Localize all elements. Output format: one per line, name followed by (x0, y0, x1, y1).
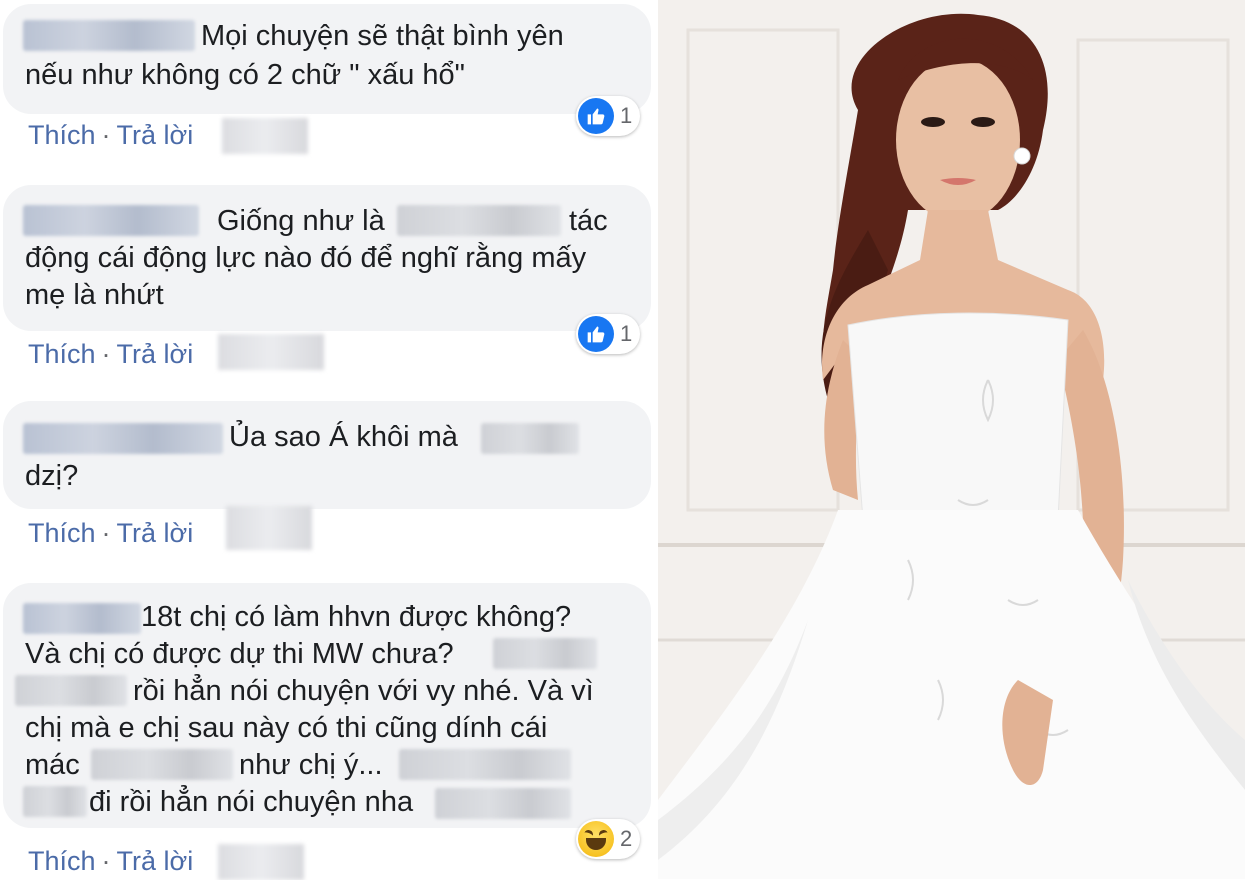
redacted-username (23, 20, 195, 51)
comment-text: rồi hẳn nói chuyện với vy nhé. Và vì (133, 675, 594, 707)
comment-text: Ủa sao Á khôi mà (229, 421, 458, 453)
reply-link[interactable]: Trả lời (117, 846, 194, 876)
redacted-text (493, 638, 597, 669)
reaction-count: 1 (620, 321, 633, 346)
separator: · (101, 846, 111, 876)
haha-icon (578, 821, 614, 857)
comment-text: động cái động lực nào đó để nghĩ rằng mấ… (25, 242, 587, 274)
redacted-username (23, 603, 141, 634)
comment-text: mẹ là nhứt (25, 279, 164, 311)
like-link[interactable]: Thích (28, 846, 96, 876)
portrait-photo (658, 0, 1245, 879)
reaction-summary[interactable]: 1 (576, 96, 641, 136)
reaction-count: 1 (620, 103, 633, 128)
comment-actions: Thích · Trả lời (28, 120, 193, 151)
like-link[interactable]: Thích (28, 339, 96, 369)
reaction-summary[interactable]: 1 (576, 314, 641, 354)
separator: · (101, 518, 111, 548)
like-icon (578, 316, 614, 352)
comment-text: Và chị có được dự thi MW chưa? (25, 638, 454, 670)
redacted-text (399, 749, 571, 780)
redacted-text (91, 749, 233, 780)
redacted-text (397, 205, 561, 236)
comment-text: tác (569, 205, 608, 237)
reaction-count: 2 (620, 826, 633, 851)
comment-text: Mọi chuyện sẽ thật bình yên (201, 20, 564, 52)
reply-link[interactable]: Trả lời (117, 120, 194, 150)
comment-text: mác (25, 749, 80, 781)
redacted-timestamp (226, 506, 312, 550)
comment-text: như chị ý... (239, 749, 383, 781)
redacted-username (23, 423, 223, 454)
redacted-username (23, 205, 199, 236)
like-link[interactable]: Thích (28, 120, 96, 150)
separator: · (101, 339, 111, 369)
comment-actions: Thích · Trả lời (28, 518, 193, 549)
comment-text: 18t chị có làm hhvn được không? (141, 601, 572, 633)
reply-link[interactable]: Trả lời (117, 339, 194, 369)
comment-text: Giống như là (217, 205, 385, 237)
comment-bubble: Ủa sao Á khôi mà dzị? (3, 401, 651, 509)
redacted-timestamp (222, 118, 308, 154)
comment-actions: Thích · Trả lời (28, 339, 193, 370)
comment-text: đi rồi hẳn nói chuyện nha (89, 786, 414, 818)
woman-in-white-gown-image (658, 0, 1245, 879)
redacted-text (481, 423, 579, 454)
separator: · (101, 120, 111, 150)
reaction-summary[interactable]: 2 (576, 819, 641, 859)
comment-bubble: Giống như là tác động cái động lực nào đ… (3, 185, 651, 331)
like-link[interactable]: Thích (28, 518, 96, 548)
comment-actions: Thích · Trả lời (28, 846, 193, 877)
comment-bubble: 18t chị có làm hhvn được không? Và chị c… (3, 583, 651, 828)
comment-bubble: Mọi chuyện sẽ thật bình yên nếu như khôn… (3, 4, 651, 114)
comment-text: nếu như không có 2 chữ " xấu hổ" (25, 59, 465, 91)
redacted-text (23, 786, 87, 817)
comment-text: chị mà e chị sau này có thi cũng dính cá… (25, 712, 548, 744)
comment-thread: Mọi chuyện sẽ thật bình yên nếu như khôn… (0, 0, 658, 880)
redacted-text (15, 675, 127, 706)
redacted-text (435, 788, 571, 819)
redacted-timestamp (218, 844, 304, 880)
comment-text: dzị? (25, 460, 79, 492)
reply-link[interactable]: Trả lời (117, 518, 194, 548)
redacted-timestamp (218, 334, 324, 370)
like-icon (578, 98, 614, 134)
